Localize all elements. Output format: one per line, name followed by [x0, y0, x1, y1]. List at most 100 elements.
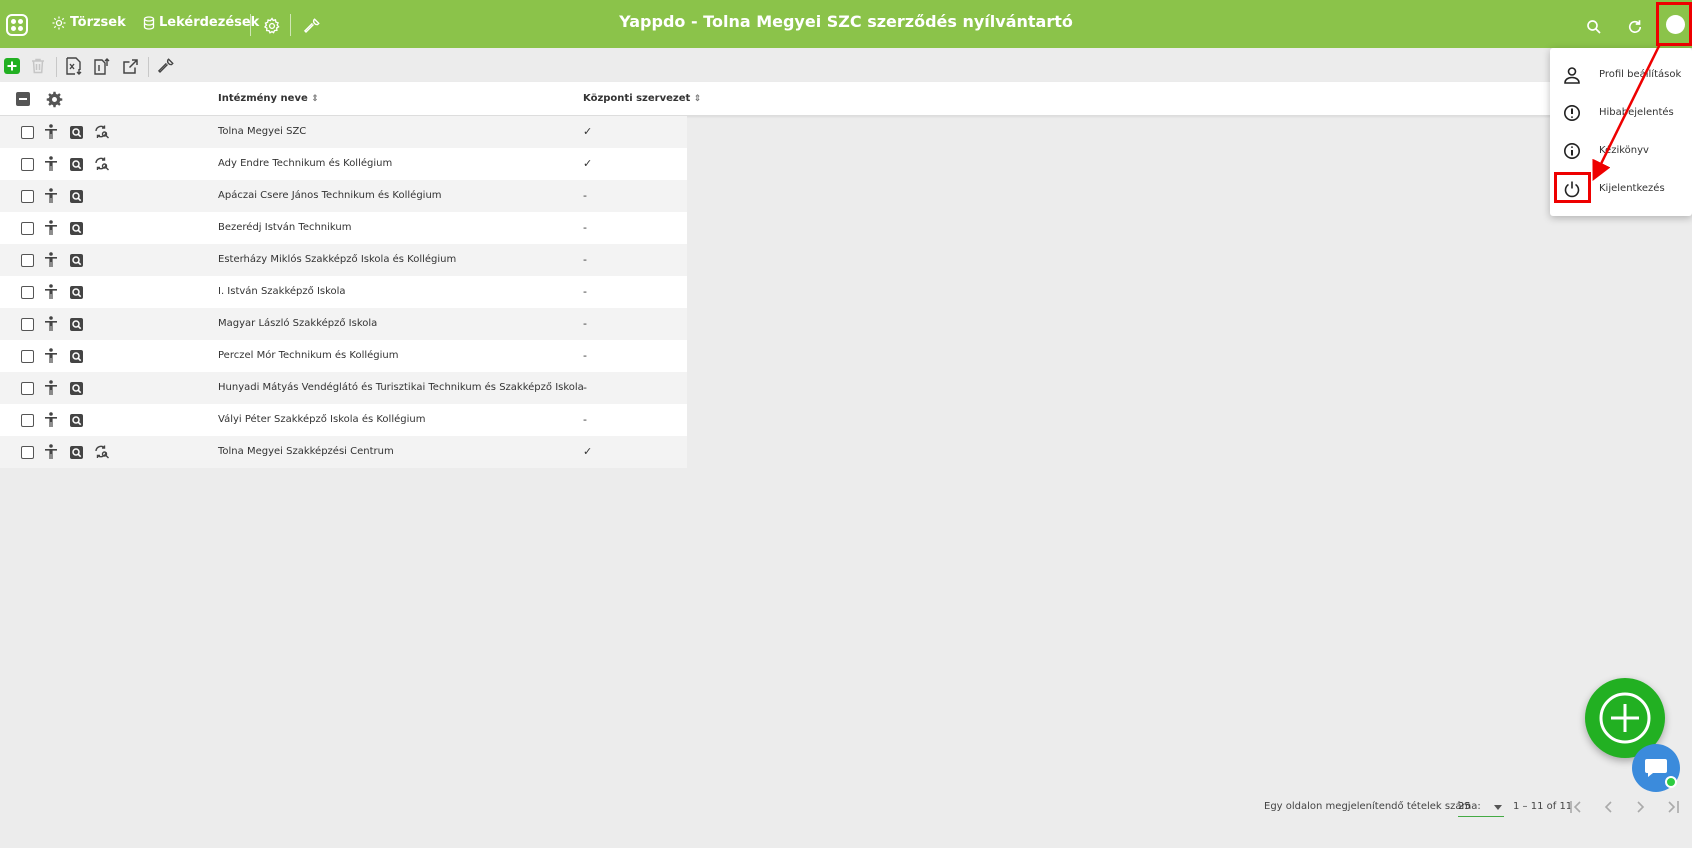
document-search-icon[interactable] — [68, 252, 84, 268]
chat-bubble-icon — [1645, 759, 1667, 777]
cell-institution-name: Tolna Megyei SZC — [218, 126, 307, 137]
row-checkbox[interactable] — [21, 254, 34, 267]
column-header-name-label: Intézmény neve — [218, 93, 308, 104]
row-checkbox[interactable] — [21, 286, 34, 299]
online-status-dot — [1665, 776, 1677, 788]
accessibility-person-icon[interactable] — [43, 156, 59, 172]
page-range: 1 – 11 of 11 — [1513, 801, 1573, 812]
document-search-icon[interactable] — [68, 220, 84, 236]
document-search-icon[interactable] — [68, 444, 84, 460]
cell-central-org: - — [583, 189, 587, 202]
top-bar: Törzsek Lekérdezések Yappdo - Tolna Megy… — [0, 0, 1692, 48]
row-checkbox[interactable] — [21, 222, 34, 235]
row-checkbox[interactable] — [21, 382, 34, 395]
document-search-icon[interactable] — [68, 188, 84, 204]
cell-institution-name: Vályi Péter Szakképző Iskola és Kollégiu… — [218, 414, 426, 425]
table-row[interactable]: Ady Endre Technikum és Kollégium ✓ — [0, 148, 687, 180]
page-size-label: Egy oldalon megjelenítendő tételek száma… — [1264, 801, 1481, 812]
table-row[interactable]: Hunyadi Mátyás Vendéglátó és Turisztikai… — [0, 372, 687, 404]
last-page-icon[interactable] — [1663, 798, 1681, 816]
row-checkbox[interactable] — [21, 126, 34, 139]
sort-icon: ⇕ — [311, 94, 319, 104]
accessibility-person-icon[interactable] — [43, 284, 59, 300]
accessibility-person-icon[interactable] — [43, 252, 59, 268]
toolbar — [0, 48, 1692, 82]
cell-central-org: - — [583, 253, 587, 266]
column-settings-gear-icon[interactable] — [46, 91, 63, 108]
table-body: Tolna Megyei SZC ✓ Ady Endre Technikum és … — [0, 116, 687, 468]
accessibility-person-icon[interactable] — [43, 380, 59, 396]
import-icon[interactable] — [92, 56, 112, 76]
page-title: Yappdo - Tolna Megyei SZC szerződés nyíl… — [619, 12, 1073, 31]
cell-central-org: - — [583, 317, 587, 330]
document-search-icon[interactable] — [68, 156, 84, 172]
document-search-icon[interactable] — [68, 380, 84, 396]
document-search-icon[interactable] — [68, 284, 84, 300]
row-checkbox[interactable] — [21, 318, 34, 331]
cell-institution-name: Magyar László Szakképző Iskola — [218, 318, 378, 329]
sort-icon: ⇕ — [693, 94, 702, 104]
toolbar-divider — [56, 57, 57, 77]
accessibility-person-icon[interactable] — [43, 348, 59, 364]
page-size-value: 25 — [1458, 801, 1471, 812]
accessibility-person-icon[interactable] — [43, 412, 59, 428]
sync-search-icon[interactable] — [94, 124, 110, 140]
cell-institution-name: Ady Endre Technikum és Kollégium — [218, 158, 393, 169]
document-search-icon[interactable] — [68, 348, 84, 364]
cell-institution-name: Bezerédj István Technikum — [218, 222, 352, 233]
annotation-arrow — [1592, 43, 1662, 181]
cell-central-org: - — [583, 285, 587, 298]
cell-institution-name: Perczel Mór Technikum és Kollégium — [218, 350, 399, 361]
row-checkbox[interactable] — [21, 350, 34, 363]
cell-central-org: ✓ — [583, 445, 593, 458]
accessibility-person-icon[interactable] — [43, 316, 59, 332]
sync-search-icon[interactable] — [94, 444, 110, 460]
tools-icon[interactable] — [156, 56, 176, 76]
cell-institution-name: Apáczai Csere János Technikum és Kollégi… — [218, 190, 442, 201]
sync-search-icon[interactable] — [94, 156, 110, 172]
row-checkbox[interactable] — [21, 158, 34, 171]
cell-institution-name: I. István Szakképző Iskola — [218, 286, 346, 297]
first-page-icon[interactable] — [1568, 798, 1586, 816]
row-checkbox[interactable] — [21, 190, 34, 203]
document-search-icon[interactable] — [68, 124, 84, 140]
row-checkbox[interactable] — [21, 446, 34, 459]
delete-icon[interactable] — [28, 56, 48, 76]
excel-export-icon[interactable] — [64, 56, 84, 76]
column-header-central-label: Központi szervezet — [583, 93, 691, 104]
table-header: Intézmény neve ⇕ Központi szervezet ⇕ — [0, 82, 1692, 116]
table-row[interactable]: Apáczai Csere János Technikum és Kollégi… — [0, 180, 687, 212]
cell-central-org: - — [583, 381, 587, 394]
accessibility-person-icon[interactable] — [43, 220, 59, 236]
open-external-icon[interactable] — [120, 56, 140, 76]
accessibility-person-icon[interactable] — [43, 124, 59, 140]
cell-institution-name: Tolna Megyei Szakképzési Centrum — [218, 446, 394, 457]
column-header-central[interactable]: Központi szervezet ⇕ — [583, 93, 701, 104]
accessibility-person-icon[interactable] — [43, 188, 59, 204]
table-row[interactable]: I. István Szakképző Iskola - — [0, 276, 687, 308]
plus-circle-icon — [1599, 692, 1651, 744]
table-row[interactable]: Perczel Mór Technikum és Kollégium - — [0, 340, 687, 372]
next-page-icon[interactable] — [1631, 798, 1649, 816]
add-icon[interactable] — [2, 56, 22, 76]
cell-central-org: ✓ — [583, 157, 593, 170]
previous-page-icon[interactable] — [1600, 798, 1618, 816]
cell-central-org: - — [583, 221, 587, 234]
table-row[interactable]: Tolna Megyei SZC ✓ — [0, 116, 687, 148]
select-all-checkbox[interactable] — [16, 92, 30, 106]
page-size-select[interactable]: 25 — [1458, 797, 1504, 817]
cell-central-org: - — [583, 413, 587, 426]
table-row[interactable]: Bezerédj István Technikum - — [0, 212, 687, 244]
cell-central-org: ✓ — [583, 125, 593, 138]
accessibility-person-icon[interactable] — [43, 444, 59, 460]
document-search-icon[interactable] — [68, 412, 84, 428]
table-row[interactable]: Magyar László Szakképző Iskola - — [0, 308, 687, 340]
document-search-icon[interactable] — [68, 316, 84, 332]
column-header-name[interactable]: Intézmény neve ⇕ — [218, 93, 319, 104]
cell-institution-name: Hunyadi Mátyás Vendéglátó és Turisztikai… — [218, 382, 584, 393]
table-row[interactable]: Vályi Péter Szakképző Iskola és Kollégiu… — [0, 404, 687, 436]
table-row[interactable]: Esterházy Miklós Szakképző Iskola és Kol… — [0, 244, 687, 276]
row-checkbox[interactable] — [21, 414, 34, 427]
chevron-down-icon — [1494, 805, 1502, 810]
table-row[interactable]: Tolna Megyei Szakképzési Centrum ✓ — [0, 436, 687, 468]
